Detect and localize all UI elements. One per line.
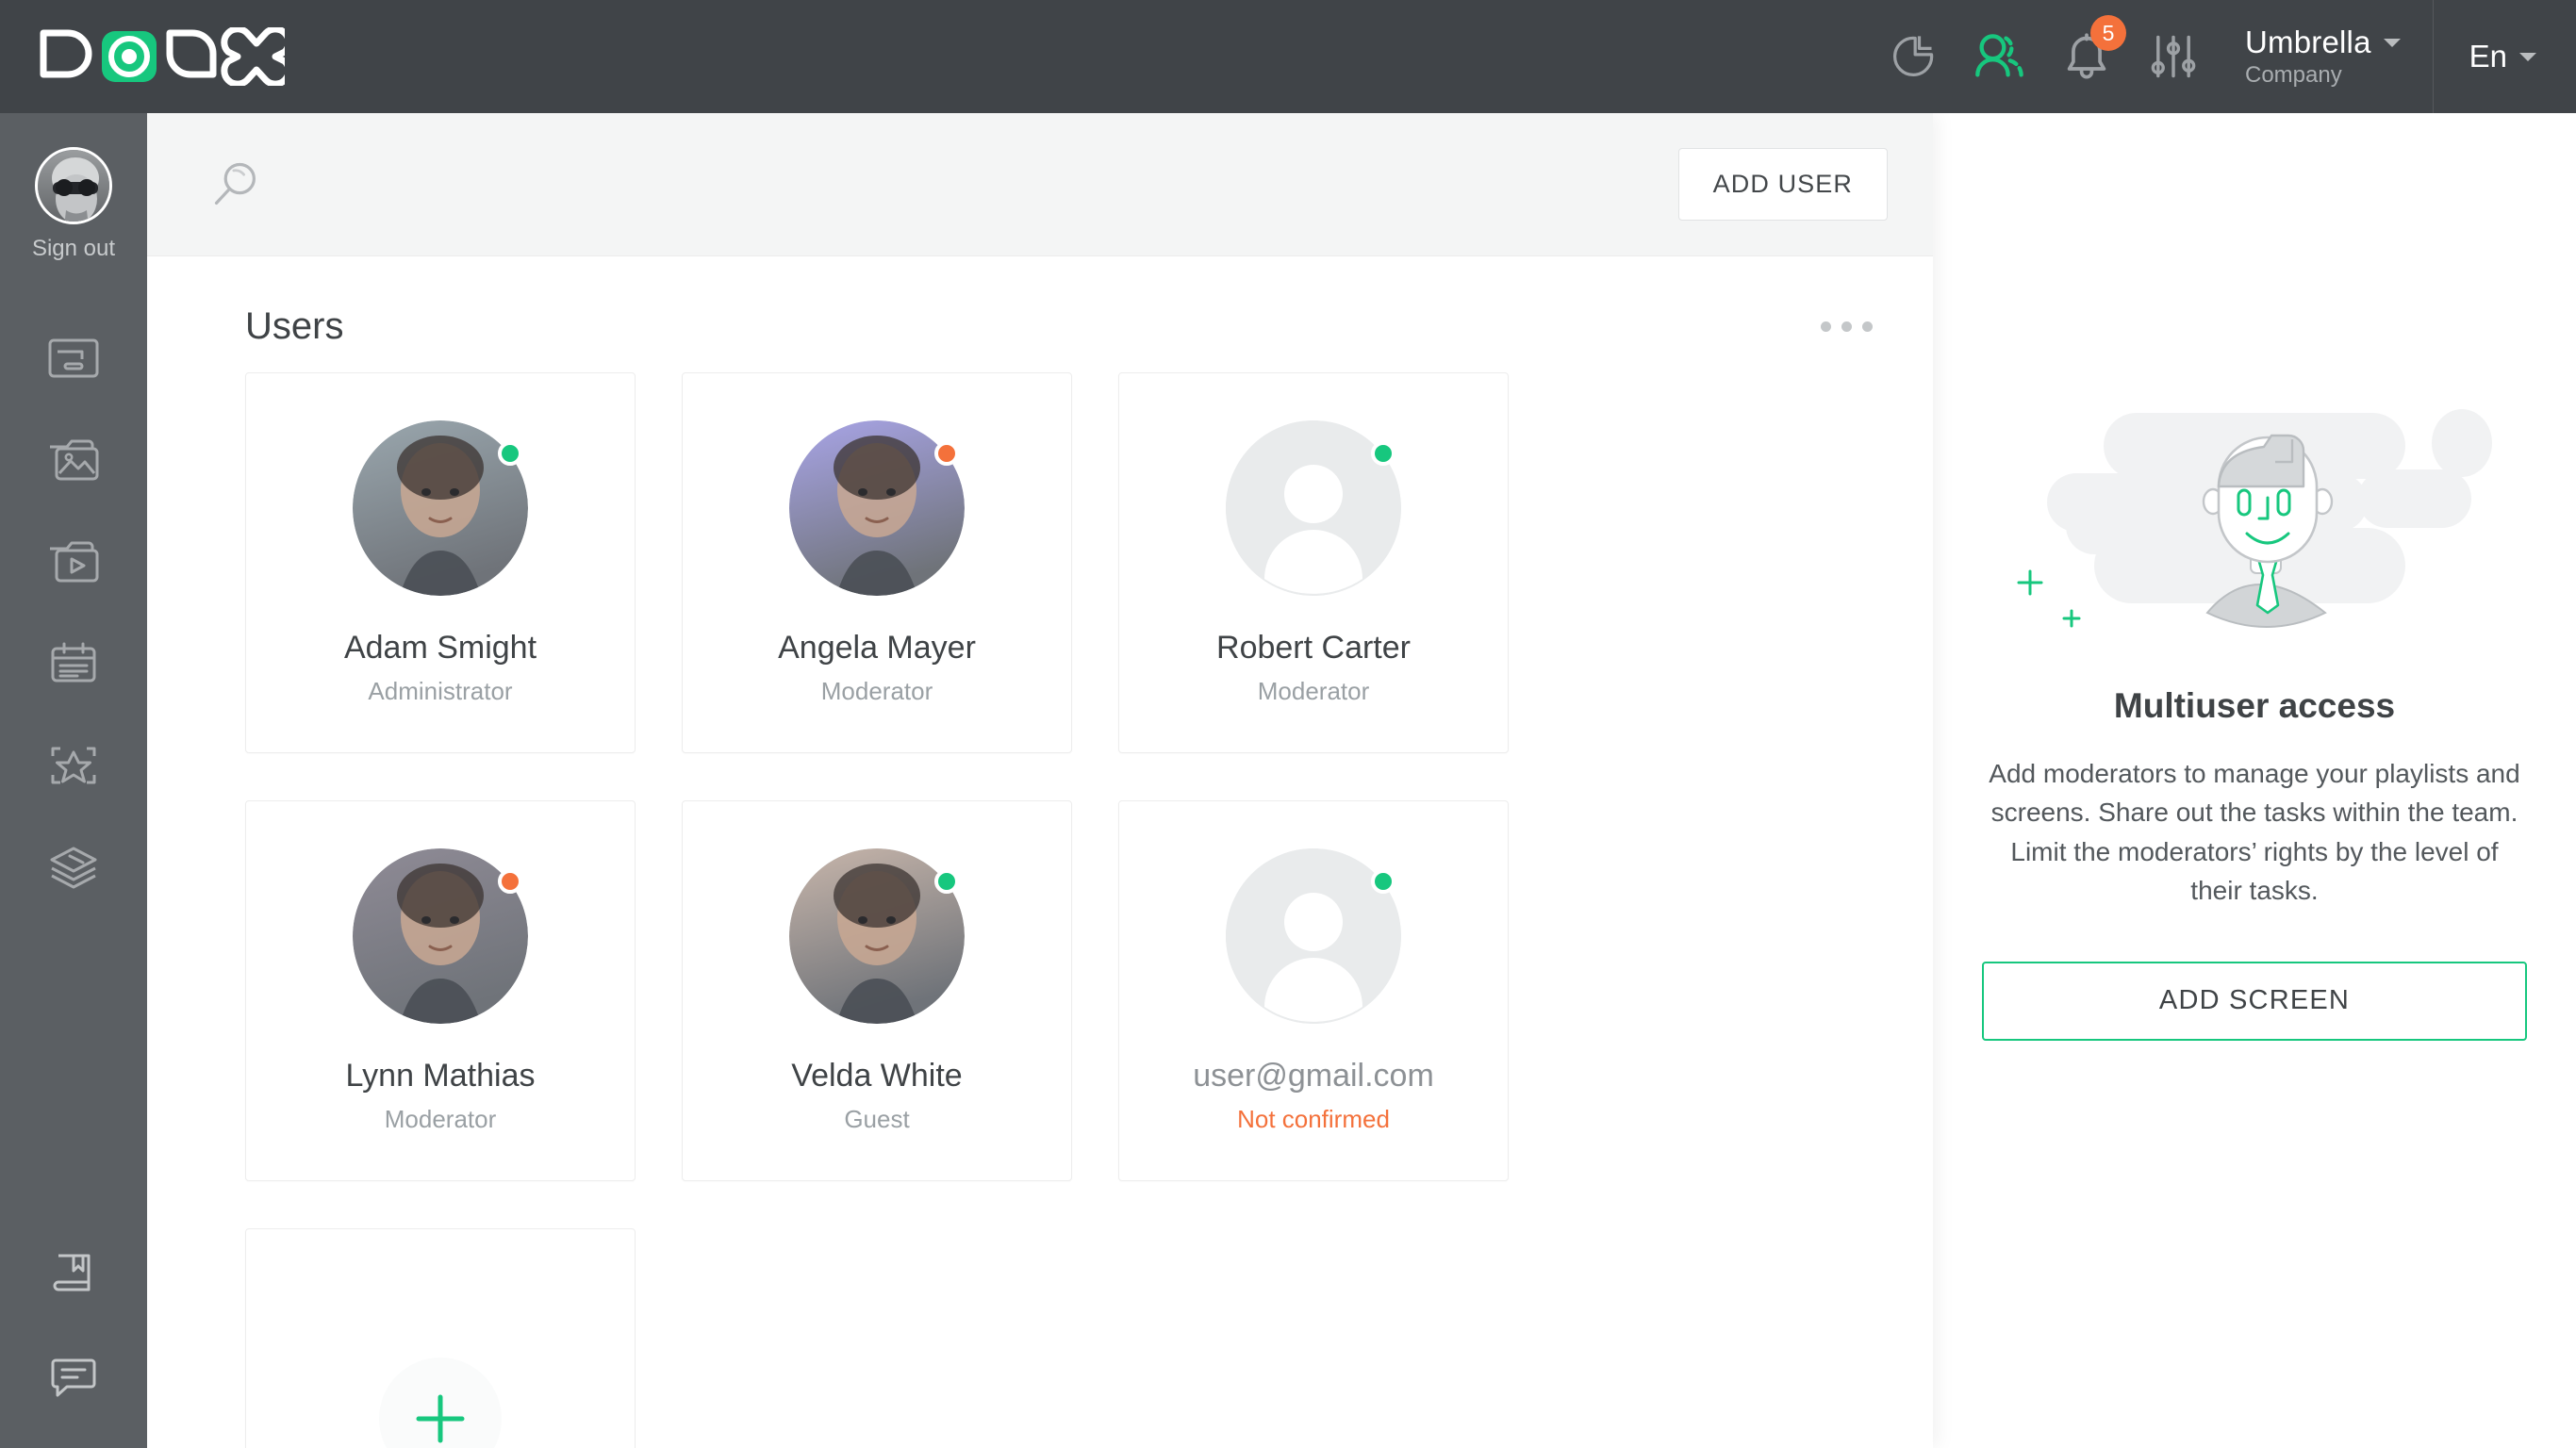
analytics-pie-icon[interactable]	[1870, 0, 1957, 113]
sidebar-item-screens[interactable]	[0, 307, 147, 409]
info-panel-title: Multiuser access	[2114, 686, 2395, 726]
users-toolbar: ADD USER	[147, 113, 1933, 256]
sidebar-item-images[interactable]	[0, 409, 147, 511]
user-name: Lynn Mathias	[346, 1058, 536, 1094]
app-root: 5 Umbrella Company	[0, 0, 2576, 1448]
user-role: Moderator	[385, 1105, 497, 1134]
status-badge	[498, 869, 522, 894]
user-card[interactable]: Velda White Guest	[682, 800, 1072, 1181]
main-panel: ADD USER Users	[147, 113, 1933, 1448]
dot	[1821, 321, 1831, 332]
user-card[interactable]: Lynn Mathias Moderator	[245, 800, 636, 1181]
top-bar-right: 5 Umbrella Company	[1870, 0, 2576, 113]
user-name: Adam Smight	[344, 630, 537, 666]
status-badge	[498, 441, 522, 466]
status-badge	[934, 869, 959, 894]
users-grid: Adam Smight Administrator Angela Mayer Mod…	[200, 372, 1880, 1448]
settings-sliders-icon[interactable]	[2130, 0, 2217, 113]
search-icon	[209, 158, 262, 211]
sidebar: Sign out	[0, 113, 147, 1448]
sidebar-nav	[0, 307, 147, 918]
sidebar-item-support[interactable]	[0, 1325, 147, 1427]
avatar	[35, 147, 112, 224]
user-role: Not confirmed	[1237, 1105, 1390, 1134]
company-name-row: Umbrella	[2245, 25, 2401, 60]
user-role: Moderator	[1258, 677, 1370, 706]
page-title: Users	[245, 305, 343, 348]
dot	[1841, 321, 1852, 332]
user-card[interactable]: user@gmail.com Not confirmed	[1118, 800, 1509, 1181]
language-label: En	[2469, 39, 2507, 74]
body: Sign out	[0, 113, 2576, 1448]
search-input[interactable]	[200, 149, 272, 221]
sidebar-item-schedule[interactable]	[0, 613, 147, 715]
chevron-down-icon	[2519, 53, 2536, 61]
notification-badge: 5	[2090, 15, 2126, 51]
users-icon[interactable]	[1957, 0, 2043, 113]
status-badge	[934, 441, 959, 466]
sidebar-bottom-nav	[0, 1224, 147, 1448]
avatar	[353, 848, 528, 1024]
look-logo[interactable]	[36, 27, 285, 86]
user-name: user@gmail.com	[1193, 1058, 1434, 1094]
user-role: Administrator	[368, 677, 512, 706]
company-name: Umbrella	[2245, 25, 2371, 60]
more-options-icon[interactable]	[1815, 310, 1878, 343]
sidebar-item-templates[interactable]	[0, 715, 147, 816]
user-name: Robert Carter	[1216, 630, 1411, 666]
add-screen-button[interactable]: ADD SCREEN	[1982, 962, 2527, 1041]
user-card[interactable]: Robert Carter Moderator	[1118, 372, 1509, 753]
sign-out-label: Sign out	[32, 236, 115, 262]
sidebar-item-videos[interactable]	[0, 511, 147, 613]
user-name: Angela Mayer	[778, 630, 976, 666]
chevron-down-icon	[2384, 39, 2401, 47]
avatar	[1226, 848, 1401, 1024]
info-panel: Multiuser access Add moderators to manag…	[1933, 113, 2576, 1448]
avatar	[789, 420, 965, 596]
top-bar: 5 Umbrella Company	[0, 0, 2576, 113]
avatar	[353, 420, 528, 596]
company-subtitle: Company	[2245, 62, 2401, 89]
dot	[1862, 321, 1873, 332]
add-user-button[interactable]: ADD USER	[1678, 148, 1888, 221]
users-content: Users	[147, 256, 1933, 1448]
sign-out-block[interactable]: Sign out	[32, 147, 115, 262]
plus-icon	[379, 1358, 502, 1448]
avatar	[1226, 420, 1401, 596]
user-role: Guest	[844, 1105, 909, 1134]
bell-icon[interactable]: 5	[2043, 0, 2130, 113]
info-panel-text: Add moderators to manage your playlists …	[1982, 754, 2527, 911]
user-role: Moderator	[821, 677, 933, 706]
add-user-card[interactable]	[245, 1228, 636, 1448]
section-header: Users	[200, 256, 1880, 372]
company-selector[interactable]: Umbrella Company	[2245, 0, 2408, 113]
moderator-avatar-illustration	[1972, 396, 2537, 641]
user-name: Velda White	[791, 1058, 962, 1094]
user-card[interactable]: Angela Mayer Moderator	[682, 372, 1072, 753]
language-selector[interactable]: En	[2434, 0, 2576, 113]
status-badge	[1371, 869, 1395, 894]
status-badge	[1371, 441, 1395, 466]
sidebar-item-layers[interactable]	[0, 816, 147, 918]
user-card[interactable]: Adam Smight Administrator	[245, 372, 636, 753]
sidebar-item-manual[interactable]	[0, 1224, 147, 1325]
avatar	[789, 848, 965, 1024]
